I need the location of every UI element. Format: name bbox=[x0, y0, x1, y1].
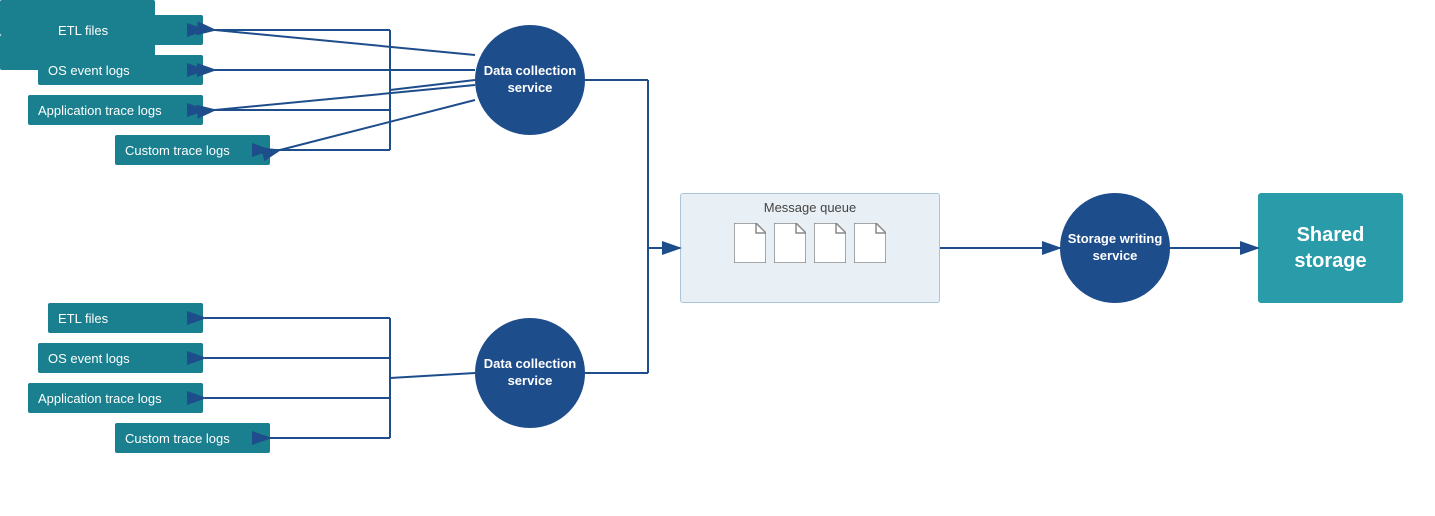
architecture-diagram: ETL files OS event logs Application trac… bbox=[0, 0, 1435, 516]
top-os-box: OS event logs bbox=[38, 55, 203, 85]
dc-top-circle: Data collection service bbox=[475, 25, 585, 135]
mq-label: Message queue bbox=[764, 200, 857, 215]
doc-icon-2 bbox=[774, 223, 806, 263]
shared-storage-box: Shared storage bbox=[1258, 193, 1403, 303]
sw-circle: Storage writing service bbox=[1060, 193, 1170, 303]
doc-icon-4 bbox=[854, 223, 886, 263]
doc-icon-3 bbox=[814, 223, 846, 263]
doc-icon-1 bbox=[734, 223, 766, 263]
bottom-custom-box: Custom trace logs bbox=[115, 423, 270, 453]
bottom-apptrace-box: Application trace logs bbox=[28, 383, 203, 413]
mq-documents bbox=[734, 223, 886, 263]
top-custom-box: Custom trace logs bbox=[115, 135, 270, 165]
message-queue-box: Message queue bbox=[680, 193, 940, 303]
top-apptrace-box: Application trace logs bbox=[28, 95, 203, 125]
dc-bottom-circle: Data collection service bbox=[475, 318, 585, 428]
top-etl-box: ETL files bbox=[48, 15, 203, 45]
bottom-etl-box: ETL files bbox=[48, 303, 203, 333]
bottom-os-box: OS event logs bbox=[38, 343, 203, 373]
